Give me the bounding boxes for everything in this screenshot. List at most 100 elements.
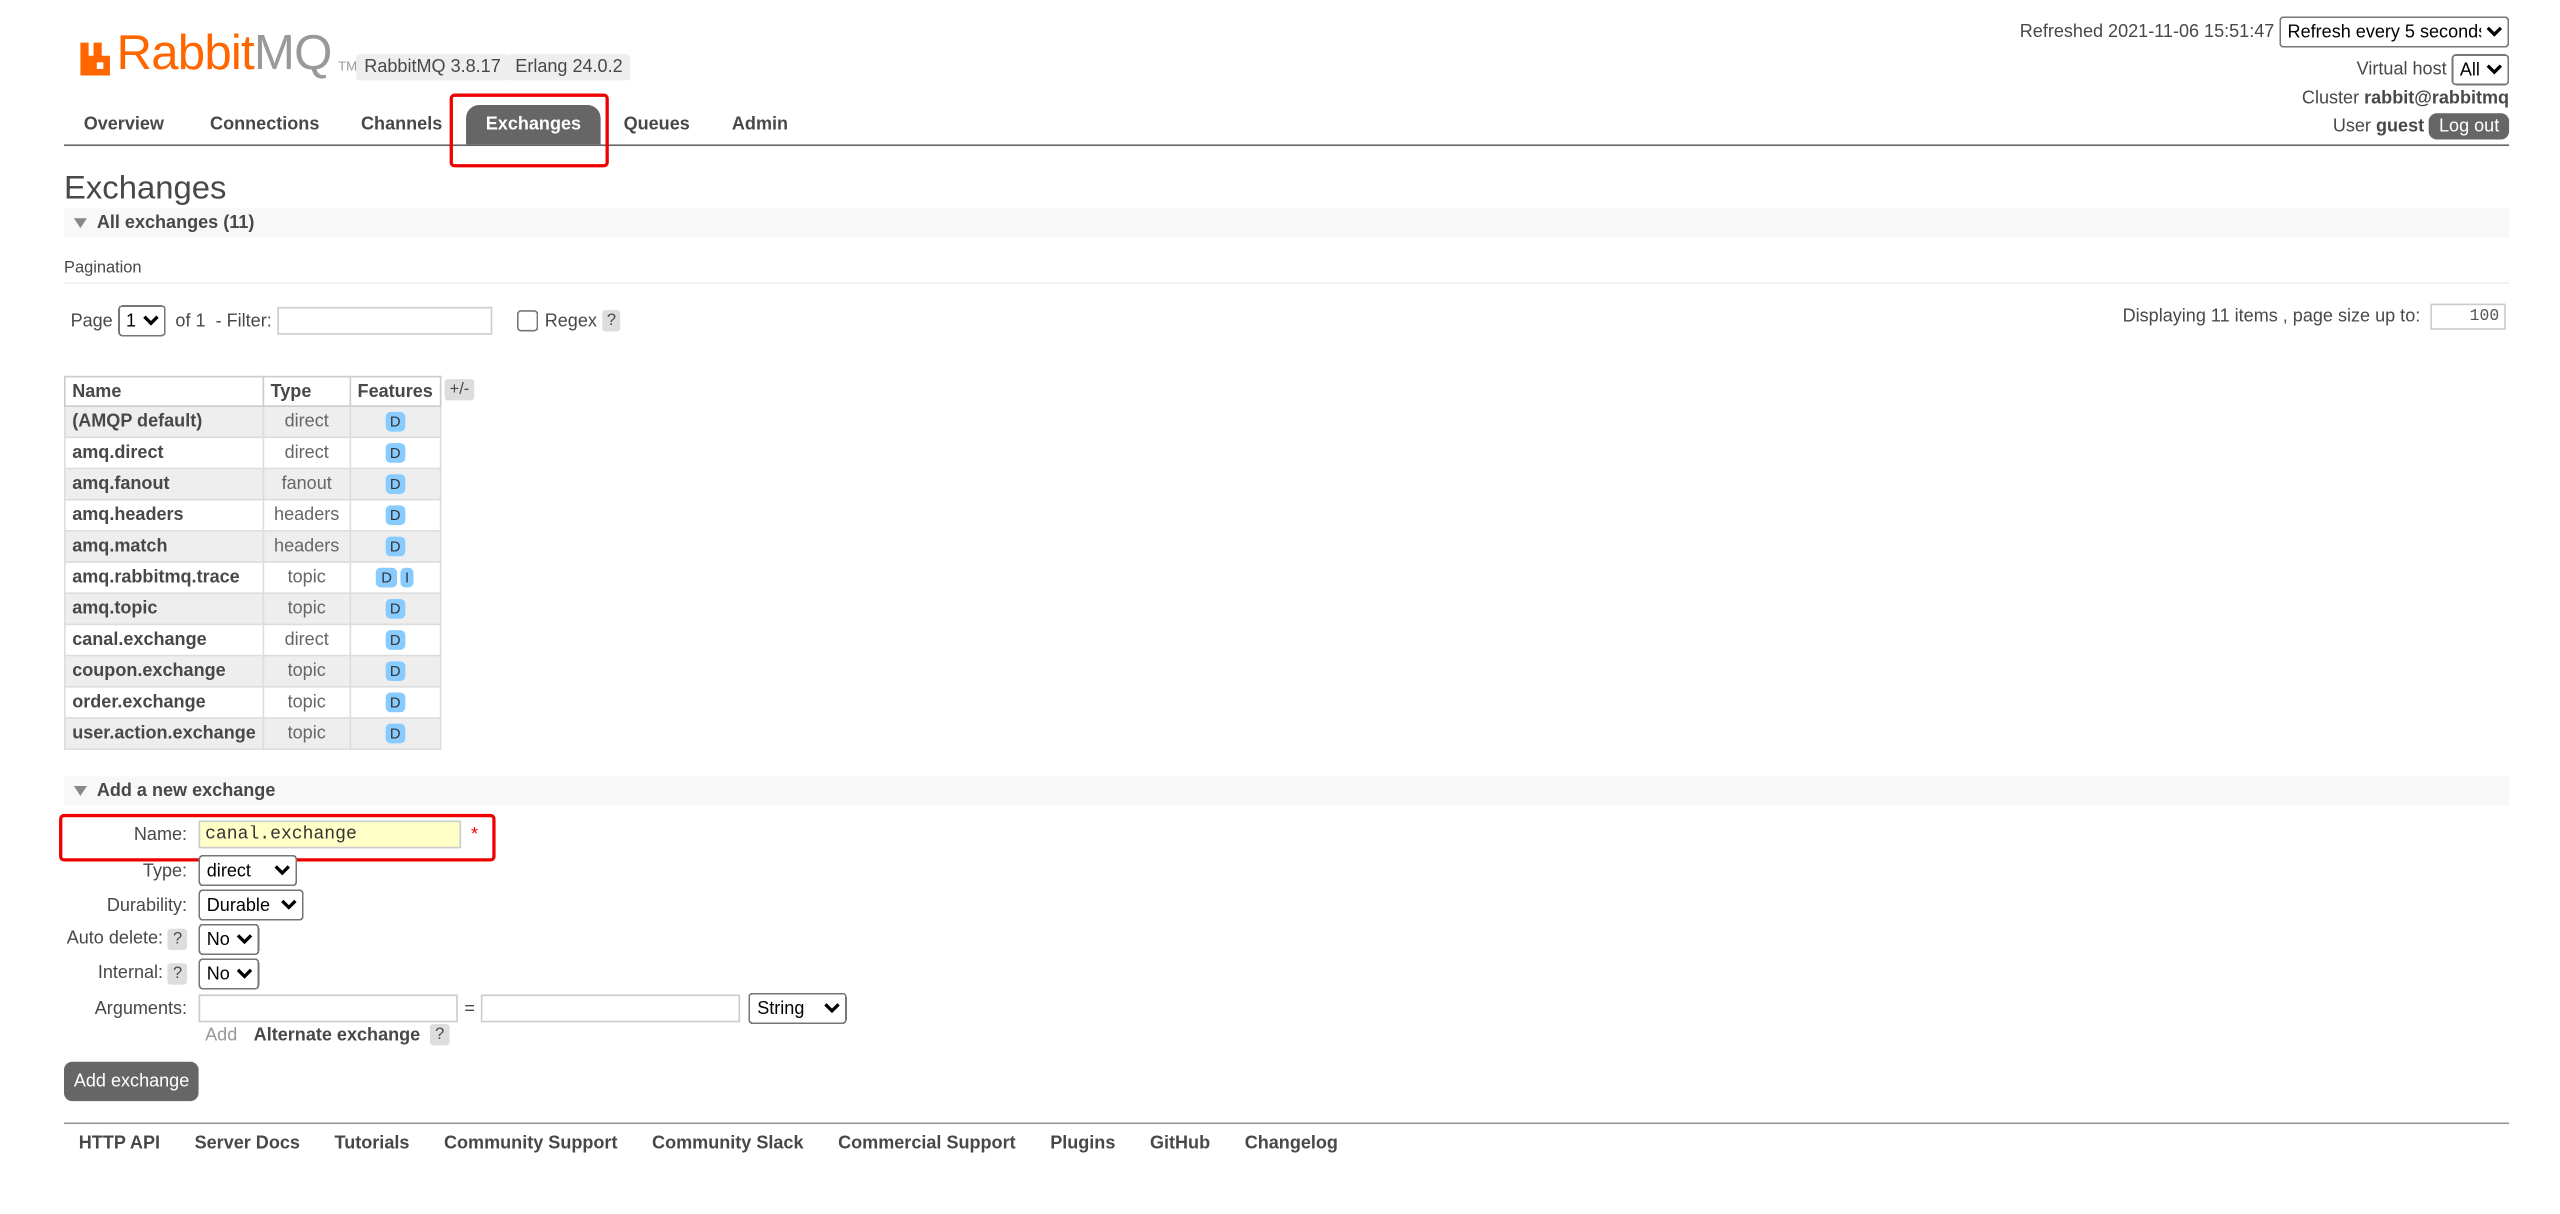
exchange-type: headers xyxy=(262,498,351,532)
tab-overview[interactable]: Overview xyxy=(64,105,184,144)
tab-connections[interactable]: Connections xyxy=(190,105,339,144)
exchange-name-link[interactable]: order.exchange xyxy=(63,685,265,719)
table-row[interactable]: (AMQP default) direct D xyxy=(63,405,442,439)
internal-select[interactable]: No xyxy=(198,958,260,990)
footer-link-changelog[interactable]: Changelog xyxy=(1245,1134,1338,1154)
exchange-features: D xyxy=(349,498,442,532)
exchange-name-link[interactable]: amq.headers xyxy=(63,498,265,532)
add-exchange-section-header[interactable]: Add a new exchange xyxy=(63,776,2510,806)
durability-label: Durability: xyxy=(106,895,188,915)
exchange-name-link[interactable]: coupon.exchange xyxy=(63,654,265,688)
exchange-name-link[interactable]: (AMQP default) xyxy=(63,405,265,439)
exchange-features: D xyxy=(349,685,442,719)
tab-admin[interactable]: Admin xyxy=(712,105,808,144)
table-row[interactable]: amq.headers headers D xyxy=(63,498,442,532)
exchange-type: direct xyxy=(262,623,351,657)
exchange-name-link[interactable]: canal.exchange xyxy=(63,623,265,657)
footer-link-github[interactable]: GitHub xyxy=(1150,1134,1210,1154)
all-exchanges-section-header[interactable]: All exchanges (11) xyxy=(63,208,2510,238)
page-size-input[interactable] xyxy=(2430,303,2506,330)
column-toggle-button[interactable]: +/- xyxy=(444,379,475,401)
table-row[interactable]: user.action.exchange topic D xyxy=(63,717,442,750)
argument-type-select[interactable]: String xyxy=(749,992,848,1024)
footer-links: HTTP API Server Docs Tutorials Community… xyxy=(63,1122,2510,1154)
exchange-features: D xyxy=(349,405,442,439)
all-exchanges-label: All exchanges (11) xyxy=(96,213,255,234)
auto-delete-select[interactable]: No xyxy=(198,923,260,956)
footer-link-commercial-support[interactable]: Commercial Support xyxy=(838,1134,1016,1154)
durable-badge: D xyxy=(384,598,406,619)
internal-label: Internal: xyxy=(97,963,164,983)
regex-checkbox[interactable] xyxy=(516,310,539,332)
refresh-interval-select[interactable]: Refresh every 5 seconds xyxy=(2279,16,2510,48)
column-header-name[interactable]: Name xyxy=(63,375,265,407)
type-label: Type: xyxy=(142,860,188,881)
internal-label-group: Internal: ? xyxy=(62,963,188,985)
durable-badge: D xyxy=(384,630,406,650)
tab-queues[interactable]: Queues xyxy=(604,105,710,144)
filter-input[interactable] xyxy=(276,306,492,335)
page-size-controls: Displaying 11 items , page size up to: xyxy=(2122,303,2506,330)
add-argument-link[interactable]: Add xyxy=(205,1025,237,1045)
auto-delete-help-button[interactable]: ? xyxy=(168,928,188,951)
add-exchange-button[interactable]: Add exchange xyxy=(63,1061,200,1102)
regex-help-button[interactable]: ? xyxy=(601,310,621,332)
page-of-label: of 1 xyxy=(175,310,206,331)
internal-row: Internal: ? No xyxy=(62,958,260,990)
exchange-name-link[interactable]: amq.rabbitmq.trace xyxy=(63,561,265,595)
exchange-name-link[interactable]: user.action.exchange xyxy=(63,717,265,750)
alternate-exchange-help-button[interactable]: ? xyxy=(430,1023,450,1046)
durable-badge: D xyxy=(384,474,406,494)
table-row[interactable]: order.exchange topic D xyxy=(63,685,442,719)
table-row[interactable]: amq.rabbitmq.trace topic D I xyxy=(63,561,442,595)
exchange-name-link[interactable]: amq.match xyxy=(63,530,265,563)
table-header-row: Name Type Features xyxy=(63,375,442,407)
exchange-features: D xyxy=(349,654,442,688)
table-row[interactable]: amq.direct direct D xyxy=(63,436,442,470)
internal-help-button[interactable]: ? xyxy=(168,963,188,985)
exchange-name-input[interactable] xyxy=(198,820,462,849)
pagination-controls: Page 1 of 1 - Filter: Regex ? xyxy=(71,305,621,337)
auto-delete-row: Auto delete: ? No xyxy=(62,923,260,956)
tab-channels[interactable]: Channels xyxy=(341,105,462,144)
table-row[interactable]: amq.fanout fanout D xyxy=(63,467,442,501)
durable-badge: D xyxy=(384,411,406,432)
displaying-label: Displaying 11 items , page size up to: xyxy=(2122,306,2421,327)
virtual-host-select[interactable]: All xyxy=(2451,54,2510,86)
exchange-name-link[interactable]: amq.topic xyxy=(63,592,265,626)
exchange-features: D xyxy=(349,717,442,750)
table-row[interactable]: amq.match headers D xyxy=(63,530,442,563)
footer-link-plugins[interactable]: Plugins xyxy=(1050,1134,1115,1154)
table-row[interactable]: amq.topic topic D xyxy=(63,592,442,626)
column-header-features[interactable]: Features xyxy=(349,375,442,407)
rabbitmq-logo-icon xyxy=(80,42,110,76)
logo-text-rabbit: Rabbit xyxy=(116,26,255,81)
footer-link-server-docs[interactable]: Server Docs xyxy=(195,1134,300,1154)
regex-label: Regex xyxy=(544,310,597,331)
argument-key-input[interactable] xyxy=(198,994,458,1023)
footer-link-http-api[interactable]: HTTP API xyxy=(79,1134,160,1154)
table-row[interactable]: canal.exchange direct D xyxy=(63,623,442,657)
filter-label: - Filter: xyxy=(215,310,272,331)
arguments-row: Arguments: = String xyxy=(62,992,848,1024)
tab-exchanges[interactable]: Exchanges xyxy=(466,105,601,145)
page-title: Exchanges xyxy=(63,170,227,207)
footer-link-tutorials[interactable]: Tutorials xyxy=(335,1134,410,1154)
exchange-name-link[interactable]: amq.fanout xyxy=(63,467,265,501)
internal-badge: I xyxy=(400,567,415,588)
exchange-features: D xyxy=(349,436,442,470)
durable-badge: D xyxy=(384,536,406,557)
exchange-features: D xyxy=(349,530,442,563)
footer-link-community-support[interactable]: Community Support xyxy=(444,1134,617,1154)
logo-text-mq: MQ xyxy=(253,26,332,81)
durability-select[interactable]: Durable xyxy=(198,889,304,921)
column-header-type[interactable]: Type xyxy=(262,375,351,407)
exchange-features: D xyxy=(349,623,442,657)
exchange-name-link[interactable]: amq.direct xyxy=(63,436,265,470)
footer-link-community-slack[interactable]: Community Slack xyxy=(652,1134,803,1154)
page-select[interactable]: 1 xyxy=(117,305,166,337)
argument-value-input[interactable] xyxy=(481,994,741,1023)
exchange-type-select[interactable]: direct xyxy=(198,854,298,887)
table-row[interactable]: coupon.exchange topic D xyxy=(63,654,442,688)
alternate-exchange-link[interactable]: Alternate exchange xyxy=(254,1025,421,1045)
